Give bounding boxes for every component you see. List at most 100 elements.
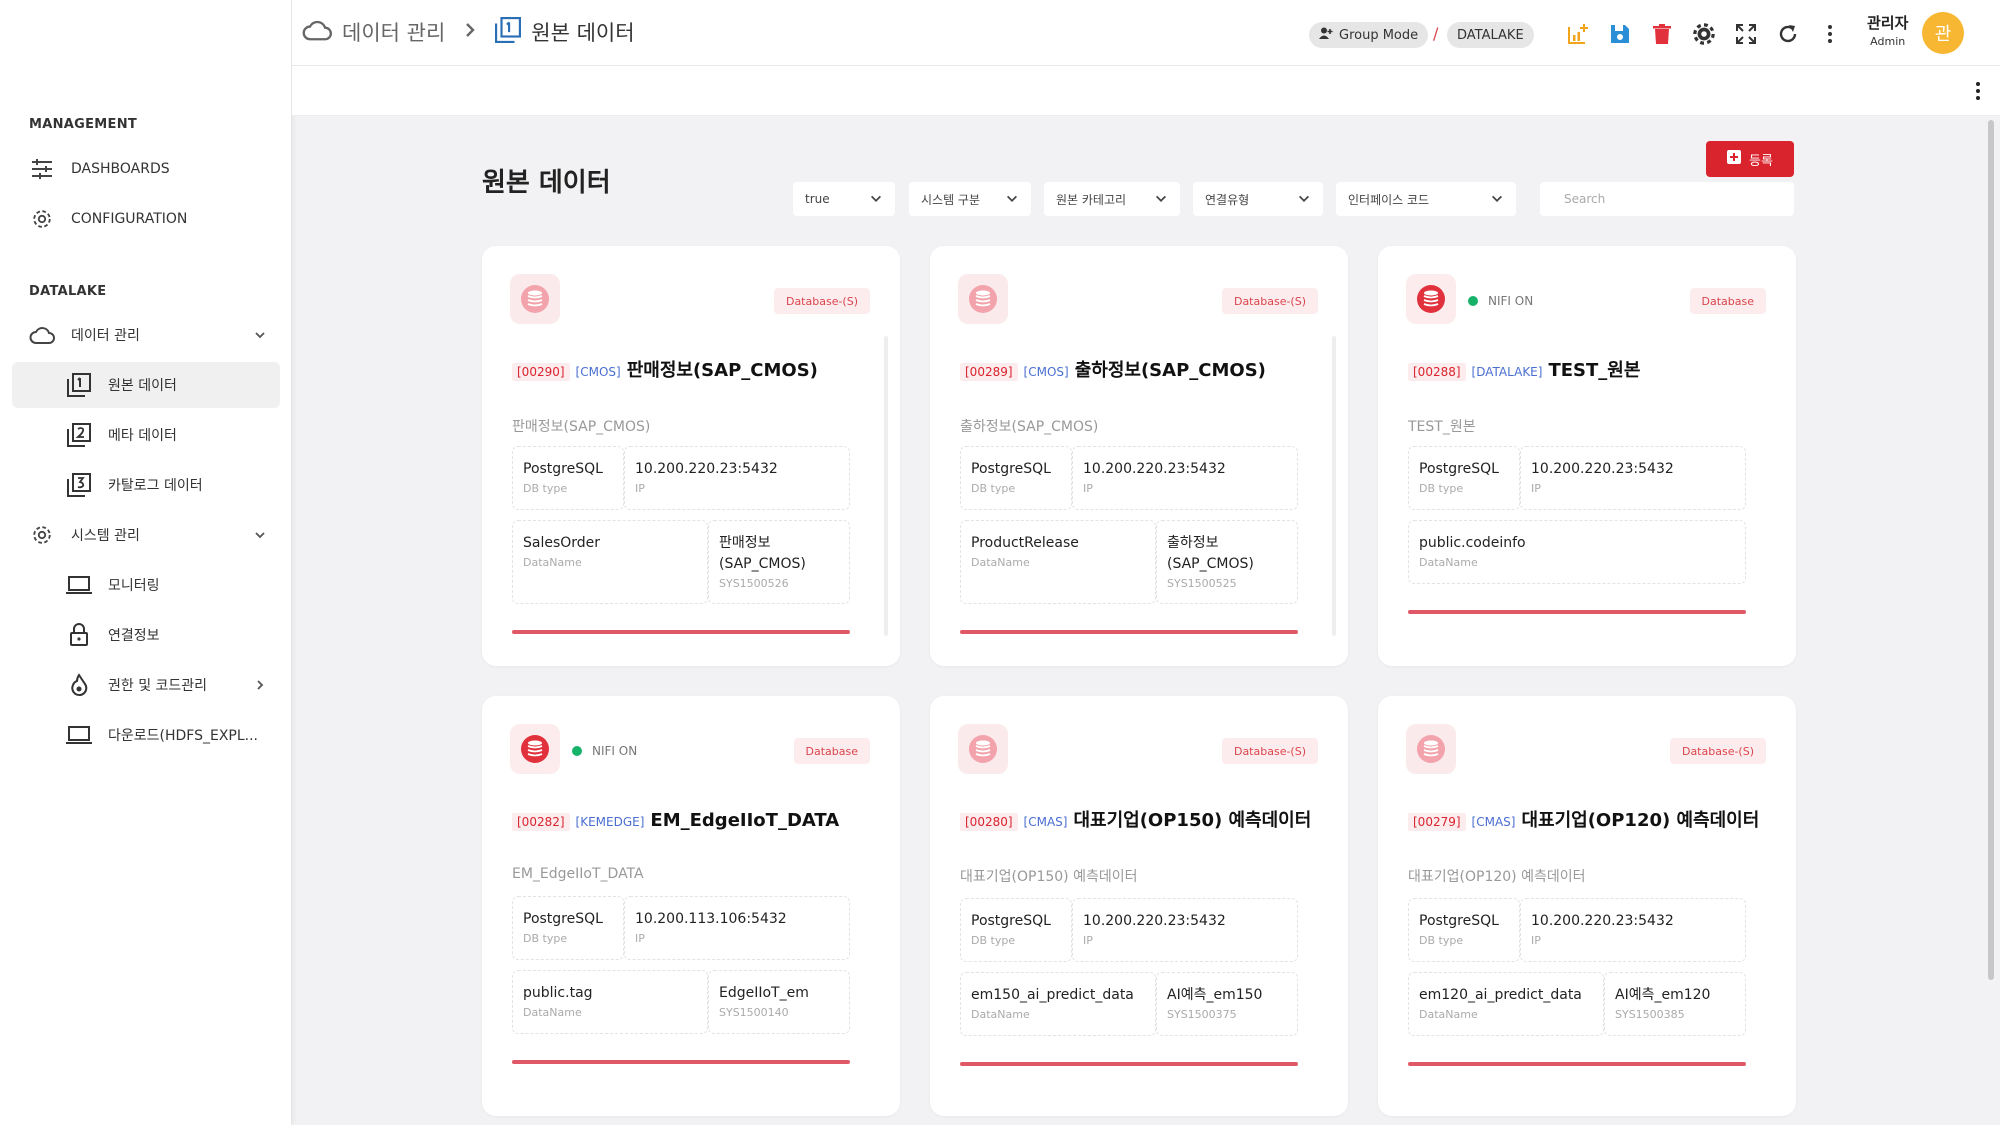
delete-icon[interactable] <box>1648 20 1676 48</box>
card-code: [00279] <box>1408 813 1466 831</box>
save-icon[interactable] <box>1606 20 1634 48</box>
sidebar-item-catalog-data[interactable]: 카탈로그 데이터 <box>12 462 280 508</box>
card-name: 대표기업(OP150) 예측데이터 <box>1073 810 1312 831</box>
chevron-down-icon <box>1299 195 1309 202</box>
card-title[interactable]: [00289] [CMOS] 출하정보(SAP_CMOS) <box>960 358 1320 385</box>
database-icon <box>510 274 560 324</box>
sidebar-item-label: 권한 및 코드관리 <box>108 678 208 694</box>
system-name: AI예측_em120 <box>1615 987 1711 1003</box>
nifi-label: NIFI ON <box>1488 294 1534 308</box>
db-type-box: PostgreSQL DB type <box>1408 898 1520 962</box>
filter-status[interactable]: true <box>793 182 895 216</box>
sidebar-item-system-mgmt[interactable]: 시스템 관리 <box>12 512 280 558</box>
filter-1-icon <box>66 372 92 398</box>
sidebar: MANAGEMENT DASHBOARDS CONFIGURATION DATA… <box>0 0 292 1125</box>
sidebar-item-label: CONFIGURATION <box>71 211 188 227</box>
filter-connection-type[interactable]: 연결유형 <box>1193 182 1323 216</box>
card-title[interactable]: [00280] [CMAS] 대표기업(OP150) 예측데이터 <box>960 808 1320 835</box>
card-title[interactable]: [00282] [KEMEDGE] EM_EdgeIIoT_DATA <box>512 808 872 835</box>
data-card[interactable]: NIFI ON Database [00282] [KEMEDGE] EM_Edge… <box>482 696 900 1116</box>
sidebar-item-connection[interactable]: 연결정보 <box>12 612 280 658</box>
nifi-label: NIFI ON <box>592 744 638 758</box>
sidebar-item-configuration[interactable]: CONFIGURATION <box>12 196 280 242</box>
filter-interface-code[interactable]: 인터페이스 코드 <box>1336 182 1516 216</box>
card-scrollbar[interactable] <box>1332 336 1336 636</box>
user-role: Admin <box>1870 35 1906 48</box>
group-mode-toggle[interactable]: Group Mode <box>1309 22 1429 48</box>
dataname-label: DataName <box>971 556 1030 569</box>
filter-value: true <box>805 192 830 206</box>
filter-1-icon <box>495 17 522 47</box>
page-scrollbar[interactable] <box>1986 120 1996 980</box>
breadcrumb-parent[interactable]: 데이터 관리 <box>342 17 445 47</box>
sidebar-item-meta-data[interactable]: 메타 데이터 <box>12 412 280 458</box>
chevron-down-icon <box>1156 195 1166 202</box>
fullscreen-icon[interactable] <box>1732 20 1760 48</box>
sidebar-item-download[interactable]: 다운로드(HDFS_EXPL... <box>12 712 280 758</box>
sidebar-item-label: 시스템 관리 <box>71 528 140 544</box>
register-button[interactable]: 등록 <box>1706 141 1794 177</box>
card-title[interactable]: [00290] [CMOS] 판매정보(SAP_CMOS) <box>512 358 872 385</box>
more-vert-icon[interactable] <box>1816 20 1844 48</box>
dataname-value: public.codeinfo <box>1419 535 1526 551</box>
card-scrollbar[interactable] <box>884 336 888 636</box>
add-box-icon <box>1727 150 1742 168</box>
ip-value: 10.200.220.23:5432 <box>1531 461 1674 477</box>
data-card[interactable]: Database-(S) [00290] [CMOS] 판매정보(SAP_CMOS)… <box>482 246 900 666</box>
search-input[interactable]: Search <box>1540 182 1794 216</box>
ip-label: IP <box>635 932 645 945</box>
sidebar-item-label: 원본 데이터 <box>108 378 177 394</box>
chevron-down-icon <box>871 195 881 202</box>
refresh-icon[interactable] <box>1774 20 1802 48</box>
db-type-box: PostgreSQL DB type <box>960 446 1072 510</box>
card-title[interactable]: [00279] [CMAS] 대표기업(OP120) 예측데이터 <box>1408 808 1768 835</box>
card-name: 출하정보(SAP_CMOS) <box>1074 360 1266 381</box>
ip-box: 10.200.220.23:5432 IP <box>1520 898 1746 962</box>
card-system: [CMOS] <box>575 365 621 379</box>
more-vert-icon[interactable] <box>1964 77 1992 105</box>
database-icon <box>1406 274 1456 324</box>
db-type-value: PostgreSQL <box>1419 461 1499 477</box>
data-card[interactable]: Database-(S) [00280] [CMAS] 대표기업(OP150) 예측… <box>930 696 1348 1116</box>
sidebar-item-auth-code[interactable]: 권한 및 코드관리 <box>12 662 280 708</box>
settings-icon[interactable] <box>1690 20 1718 48</box>
dataname-box: em120_ai_predict_data DataName <box>1408 972 1604 1036</box>
type-badge: Database <box>1689 288 1766 314</box>
sidebar-item-raw-data[interactable]: 원본 데이터 <box>12 362 280 408</box>
ip-label: IP <box>1083 934 1093 947</box>
avatar[interactable]: 관 <box>1922 12 1964 54</box>
data-card[interactable]: Database-(S) [00279] [CMAS] 대표기업(OP120) 예측… <box>1378 696 1796 1116</box>
sidebar-item-dashboards[interactable]: DASHBOARDS <box>12 146 280 192</box>
system-id: SYS1500385 <box>1615 1008 1685 1021</box>
datalake-badge[interactable]: DATALAKE <box>1447 22 1534 48</box>
data-card[interactable]: NIFI ON Database [00288] [DATALAKE] TEST_원… <box>1378 246 1796 666</box>
card-accent-bar <box>1408 1062 1746 1066</box>
system-box: AI예측_em150 SYS1500375 <box>1156 972 1298 1036</box>
fire-icon <box>66 672 92 698</box>
group-mode-label: Group Mode <box>1339 27 1419 43</box>
card-description: EM_EdgeIIoT_DATA <box>512 866 644 882</box>
card-code: [00288] <box>1408 363 1466 381</box>
chevron-down-icon <box>1492 195 1502 202</box>
scrollbar-thumb[interactable] <box>1988 120 1994 980</box>
system-box: 판매정보 (SAP_CMOS) SYS1500526 <box>708 520 850 604</box>
sidebar-item-monitoring[interactable]: 모니터링 <box>12 562 280 608</box>
filter-system[interactable]: 시스템 구분 <box>909 182 1031 216</box>
data-card[interactable]: Database-(S) [00289] [CMOS] 출하정보(SAP_CMOS)… <box>930 246 1348 666</box>
db-type-value: PostgreSQL <box>971 913 1051 929</box>
add-chart-icon[interactable] <box>1564 20 1592 48</box>
card-code: [00282] <box>512 813 570 831</box>
ip-box: 10.200.113.106:5432 IP <box>624 896 850 960</box>
filter-3-icon <box>66 472 92 498</box>
dataname-label: DataName <box>523 1006 582 1019</box>
sidebar-item-data-mgmt[interactable]: 데이터 관리 <box>12 312 280 358</box>
dataname-value: em120_ai_predict_data <box>1419 987 1582 1003</box>
db-type-label: DB type <box>523 932 568 945</box>
card-title[interactable]: [00288] [DATALAKE] TEST_원본 <box>1408 358 1768 385</box>
sidebar-item-label: 모니터링 <box>108 578 160 594</box>
filter-category[interactable]: 원본 카테고리 <box>1044 182 1180 216</box>
dataname-label: DataName <box>971 1008 1030 1021</box>
db-type-label: DB type <box>971 482 1016 495</box>
database-icon <box>1406 724 1456 774</box>
gear-icon <box>29 522 55 548</box>
